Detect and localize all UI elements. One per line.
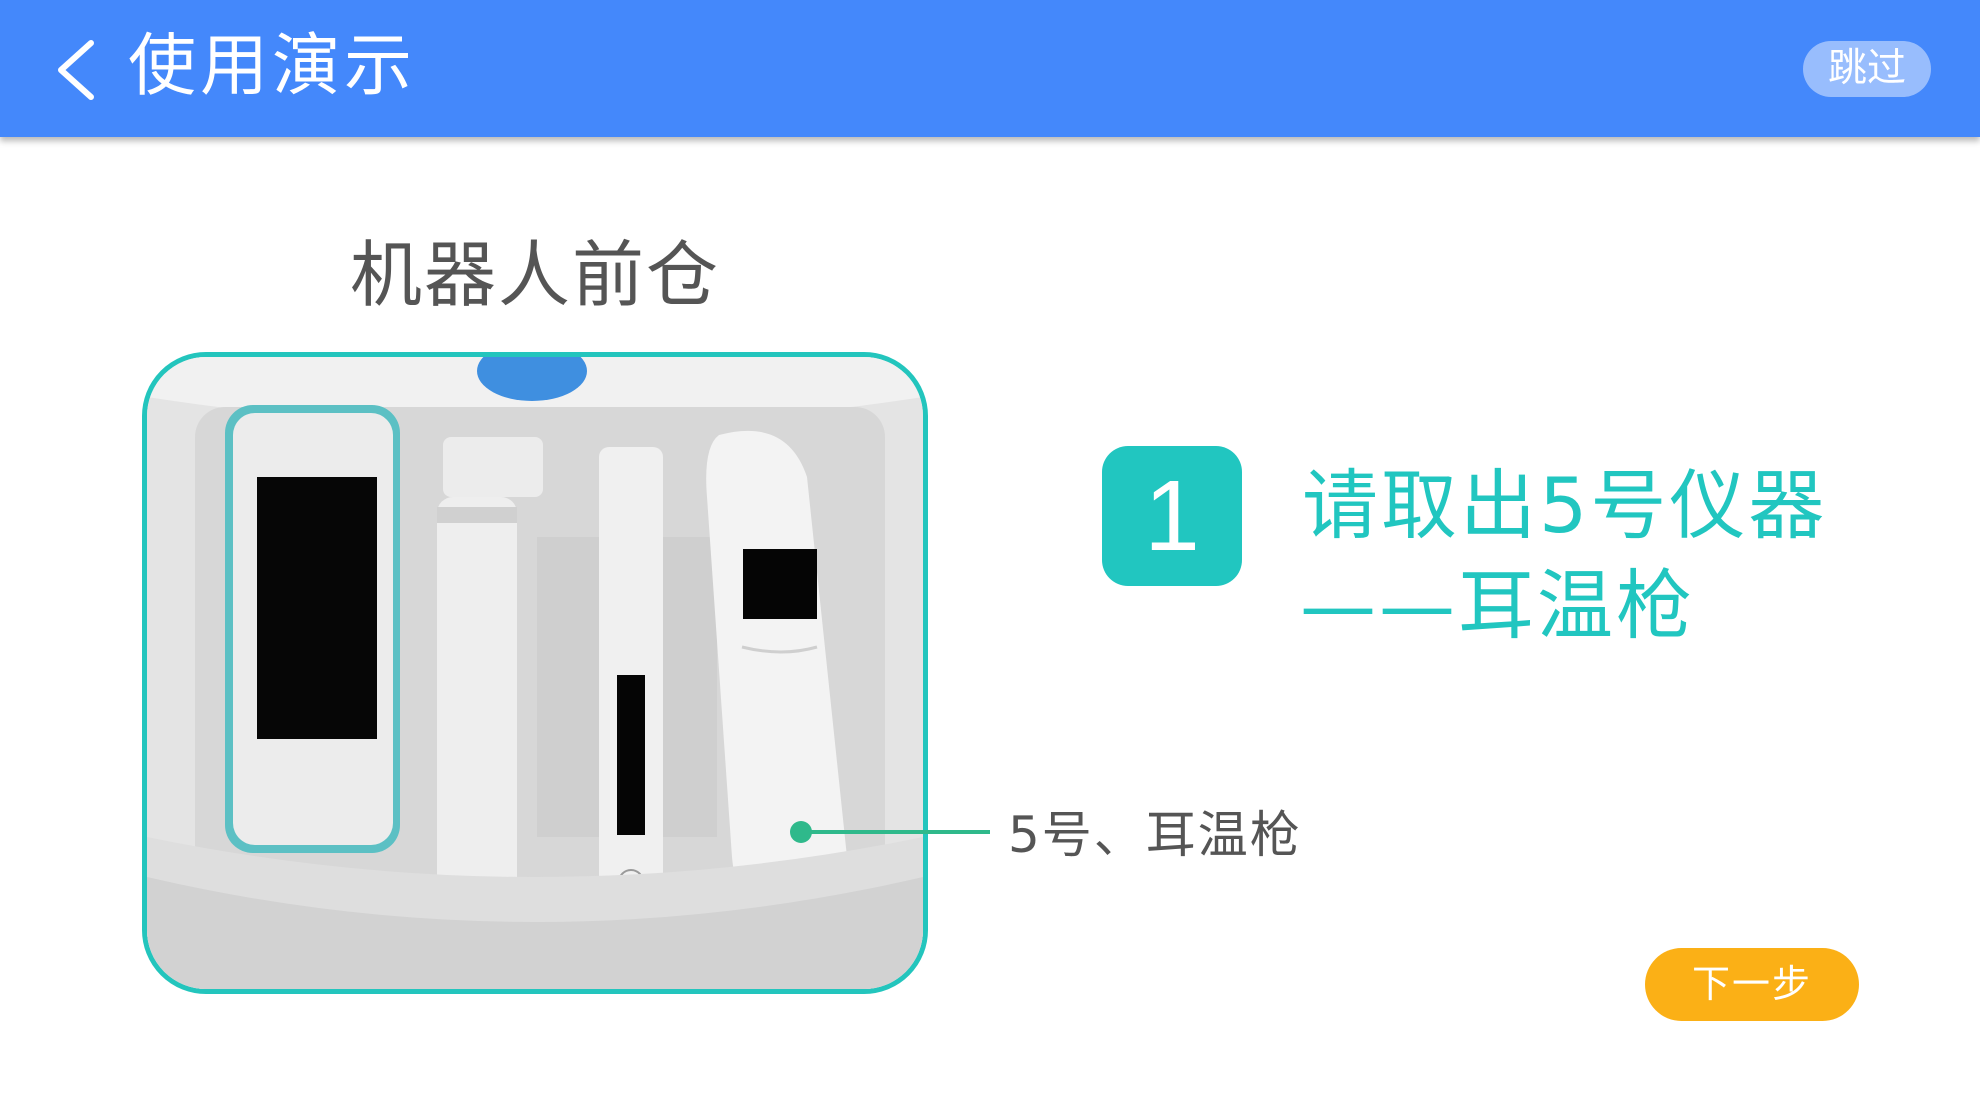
step-instruction-line1: 请取出5号仪器 bbox=[1302, 461, 1828, 550]
skip-button[interactable]: 跳过 bbox=[1803, 41, 1931, 97]
callout-label: 5号、耳温枪 bbox=[1008, 806, 1302, 864]
page-title: 使用演示 bbox=[128, 27, 417, 106]
robot-compartment-photo bbox=[142, 352, 928, 994]
back-button[interactable] bbox=[30, 25, 120, 115]
step-number-badge: 1 bbox=[1102, 446, 1242, 586]
app-header: 使用演示 跳过 bbox=[0, 0, 1980, 137]
compartment-title: 机器人前仓 bbox=[349, 233, 720, 317]
next-step-button[interactable]: 下一步 bbox=[1645, 948, 1859, 1021]
callout-line bbox=[800, 830, 990, 834]
chevron-left-icon bbox=[58, 40, 94, 100]
step-instruction-line2: ——耳温枪 bbox=[1300, 561, 1695, 650]
